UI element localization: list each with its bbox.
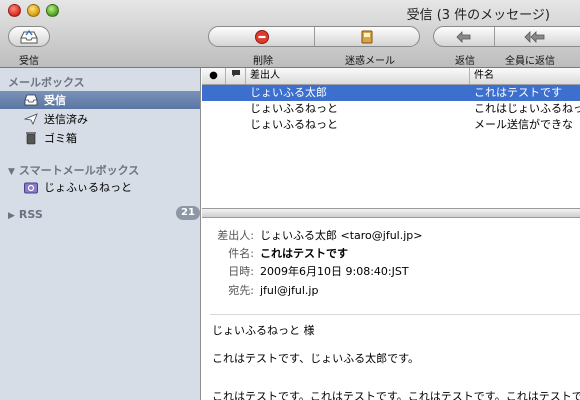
minimize-window-button[interactable] — [27, 4, 40, 17]
zoom-window-button[interactable] — [46, 4, 59, 17]
body-line: これはテストです。これはテストです。これはテストです。これはテストです。 — [212, 390, 580, 400]
from-column-header[interactable]: 差出人 — [246, 68, 470, 84]
trash-icon — [24, 131, 38, 145]
sidebar-item-label: 受信 — [44, 94, 66, 107]
rss-header[interactable]: ▶ RSS — [8, 208, 43, 221]
mailboxes-header: メールボックス — [8, 76, 85, 89]
sidebar: メールボックス 受信 送信済み ゴミ箱 ▼ スマートメールボックス じょふぃるねっ… — [0, 68, 201, 400]
delete-button[interactable] — [209, 27, 314, 46]
message-row[interactable]: じょいふる太郎 これはテストです — [202, 85, 580, 101]
window-controls — [8, 4, 59, 17]
window-title: 受信 (3 件のメッセージ) — [406, 8, 550, 23]
sent-icon — [24, 112, 38, 126]
smart-mailbox-icon — [24, 180, 38, 194]
message-list: ● 差出人 件名 じょいふる太郎 これはテストです じょいふるねっと これはじょ… — [202, 68, 580, 208]
reply-button-label: 返信 — [455, 56, 475, 67]
subject-column-header[interactable]: 件名 — [470, 68, 580, 84]
reply-control — [433, 26, 580, 47]
smart-mailboxes-header[interactable]: ▼ スマートメールボックス — [8, 162, 139, 178]
pane-splitter[interactable] — [202, 208, 580, 218]
speech-bubble-icon — [231, 70, 240, 77]
toolbar: 受信 (3 件のメッセージ) 受信 削除 迷惑メール 返信 全員に返信 — [0, 0, 580, 68]
reply-all-button-label: 全員に返信 — [505, 56, 555, 67]
sidebar-item-sent[interactable]: 送信済み — [0, 110, 200, 128]
reply-all-button[interactable] — [495, 27, 575, 46]
inbox-icon — [24, 93, 38, 107]
message-list-header: ● 差出人 件名 — [202, 68, 580, 85]
sidebar-item-label: 送信済み — [44, 113, 88, 126]
body-line: これはテストです、じょいふる太郎です。 — [212, 352, 420, 365]
reply-arrow-icon — [456, 30, 471, 43]
sidebar-item-trash[interactable]: ゴミ箱 — [0, 129, 200, 147]
junk-button-label: 迷惑メール — [345, 56, 395, 67]
close-window-button[interactable] — [8, 4, 21, 17]
reply-button[interactable] — [434, 27, 494, 46]
delete-button-label: 削除 — [253, 56, 273, 67]
rss-unread-badge: 21 — [176, 206, 200, 220]
disclosure-triangle-collapsed-icon: ▶ — [8, 211, 15, 221]
sidebar-item-smart-mailbox[interactable]: じょふぃるねっと — [0, 178, 200, 196]
sidebar-item-inbox[interactable]: 受信 — [0, 91, 200, 109]
junk-mail-icon — [361, 30, 373, 43]
message-row[interactable]: じょいふるねっと メール送信ができな — [202, 117, 580, 133]
header-divider — [210, 314, 580, 315]
unread-dot-icon: ● — [209, 70, 218, 81]
replied-column-header[interactable] — [226, 68, 246, 84]
inbox-button-label: 受信 — [19, 56, 39, 67]
junk-button[interactable] — [315, 27, 419, 46]
sidebar-item-label: ゴミ箱 — [44, 132, 77, 145]
disclosure-triangle-expanded-icon: ▼ — [8, 167, 15, 177]
inbox-tray-icon — [20, 29, 38, 43]
body-greeting: じょいふるねっと 様 — [212, 324, 315, 337]
message-row[interactable]: じょいふるねっと これはじょいふるねっとご — [202, 101, 580, 117]
message-preview: 差出人: じょいふる太郎 <taro@jful.jp> 件名: これはテストです… — [202, 218, 580, 400]
reply-all-arrow-icon — [524, 30, 545, 43]
inbox-button[interactable] — [8, 26, 50, 47]
sidebar-item-label: じょふぃるねっと — [44, 181, 132, 194]
unread-column-header[interactable]: ● — [202, 68, 226, 84]
delete-junk-control — [208, 26, 420, 47]
delete-icon — [254, 29, 269, 44]
